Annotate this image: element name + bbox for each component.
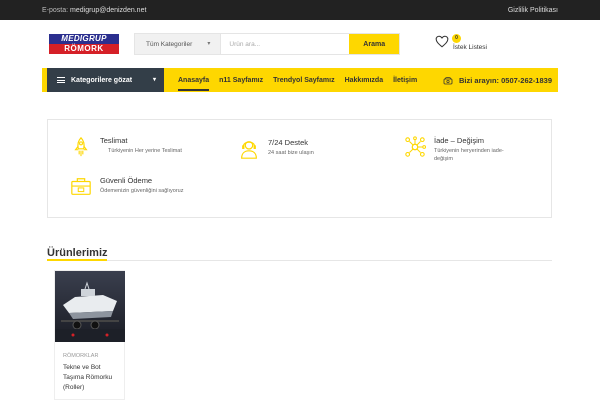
phone-number: Bizi arayın: 0507-262-1839 bbox=[459, 75, 552, 85]
top-bar: E-posta: medigrup@denizden.net Gizlilik … bbox=[0, 0, 600, 20]
category-select[interactable]: Tüm Kategoriler ▾ bbox=[135, 34, 222, 54]
menu-icon bbox=[57, 77, 65, 83]
feature-support: 7/24 Destek 24 saat bize ulaşın bbox=[238, 138, 378, 178]
phone-icon bbox=[443, 76, 453, 84]
wishlist-label: İstek Listesi bbox=[453, 44, 487, 51]
chevron-down-icon: ▾ bbox=[207, 41, 211, 47]
product-card[interactable]: RÖMORKLAR Tekne ve Bot Taşıma Römorku (R… bbox=[54, 270, 125, 400]
wishlist-count-badge: 0 bbox=[452, 34, 461, 43]
product-category[interactable]: RÖMORKLAR bbox=[63, 353, 98, 359]
section-title: Ürünlerimiz bbox=[47, 247, 108, 259]
feature-description: Ödemenizin güvenliğini sağlıyoruz bbox=[100, 188, 184, 194]
nav-item-anasayfa[interactable]: Anasayfa bbox=[178, 68, 210, 92]
email-link[interactable]: medigrup@denizden.net bbox=[70, 7, 146, 14]
feature-description: 24 saat bize ulaşın bbox=[268, 150, 314, 156]
main-navigation: Kategorilere gözat ▾ Anasayfa n11 Sayfam… bbox=[42, 68, 558, 92]
logo-line-2: RÖMORK bbox=[49, 44, 119, 54]
site-logo[interactable]: MEDIGRUP RÖMORK bbox=[49, 34, 119, 54]
search-input[interactable] bbox=[221, 34, 350, 54]
feature-description: Türkiyenin Her yerine Teslimat bbox=[108, 148, 182, 154]
feature-title: Güvenli Ödeme bbox=[100, 176, 153, 185]
feature-title: Teslimat bbox=[100, 136, 128, 145]
boat-trailer-image bbox=[55, 271, 125, 342]
phone-contact[interactable]: Bizi arayın: 0507-262-1839 bbox=[443, 68, 552, 92]
nav-item-contact[interactable]: İletişim bbox=[393, 68, 417, 92]
section-divider bbox=[47, 259, 552, 261]
product-image[interactable] bbox=[55, 271, 125, 342]
heart-icon bbox=[435, 35, 449, 48]
rocket-icon bbox=[74, 136, 88, 157]
feature-payment: Güvenli Ödeme Ödemenizin güvenliğini sağ… bbox=[70, 176, 210, 216]
wishlist-link[interactable]: 0 İstek Listesi bbox=[435, 34, 495, 56]
feature-description: Türkiyenin heryerinden iade-değişim bbox=[434, 148, 504, 162]
browse-categories-button[interactable]: Kategorilere gözat ▾ bbox=[47, 68, 164, 92]
privacy-policy-link[interactable]: Gizlilik Politikası bbox=[508, 7, 558, 14]
feature-delivery: Teslimat Türkiyenin Her yerine Teslimat bbox=[70, 136, 210, 176]
feature-return: İade – Değişim Türkiyenin heryerinden ia… bbox=[404, 136, 544, 176]
feature-title: İade – Değişim bbox=[434, 136, 485, 145]
product-name[interactable]: Tekne ve Bot Taşıma Römorku (Roller) bbox=[63, 363, 121, 393]
search-bar: Tüm Kategoriler ▾ Arama bbox=[134, 33, 400, 55]
search-button[interactable]: Arama bbox=[349, 34, 399, 54]
feature-title: 7/24 Destek bbox=[268, 138, 309, 147]
nav-menu: Anasayfa n11 Sayfamız Trendyol Sayfamız … bbox=[178, 68, 427, 92]
nav-item-about[interactable]: Hakkımızda bbox=[345, 68, 384, 92]
support-agent-icon bbox=[241, 141, 257, 159]
chevron-down-icon: ▾ bbox=[152, 77, 156, 83]
features-box: Teslimat Türkiyenin Her yerine Teslimat … bbox=[47, 119, 552, 218]
logo-line-1: MEDIGRUP bbox=[49, 34, 119, 44]
nav-item-trendyol[interactable]: Trendyol Sayfamız bbox=[273, 68, 334, 92]
email-label: E-posta: bbox=[42, 6, 69, 14]
nav-item-n11[interactable]: n11 Sayfamız bbox=[219, 68, 263, 92]
site-header: MEDIGRUP RÖMORK Tüm Kategoriler ▾ Arama … bbox=[0, 20, 600, 68]
browse-categories-label: Kategorilere gözat bbox=[71, 76, 133, 84]
category-select-value: Tüm Kategoriler bbox=[146, 40, 193, 48]
contact-email: E-posta: medigrup@denizden.net bbox=[42, 7, 146, 14]
network-exchange-icon bbox=[405, 136, 426, 157]
secure-payment-icon bbox=[71, 178, 91, 195]
